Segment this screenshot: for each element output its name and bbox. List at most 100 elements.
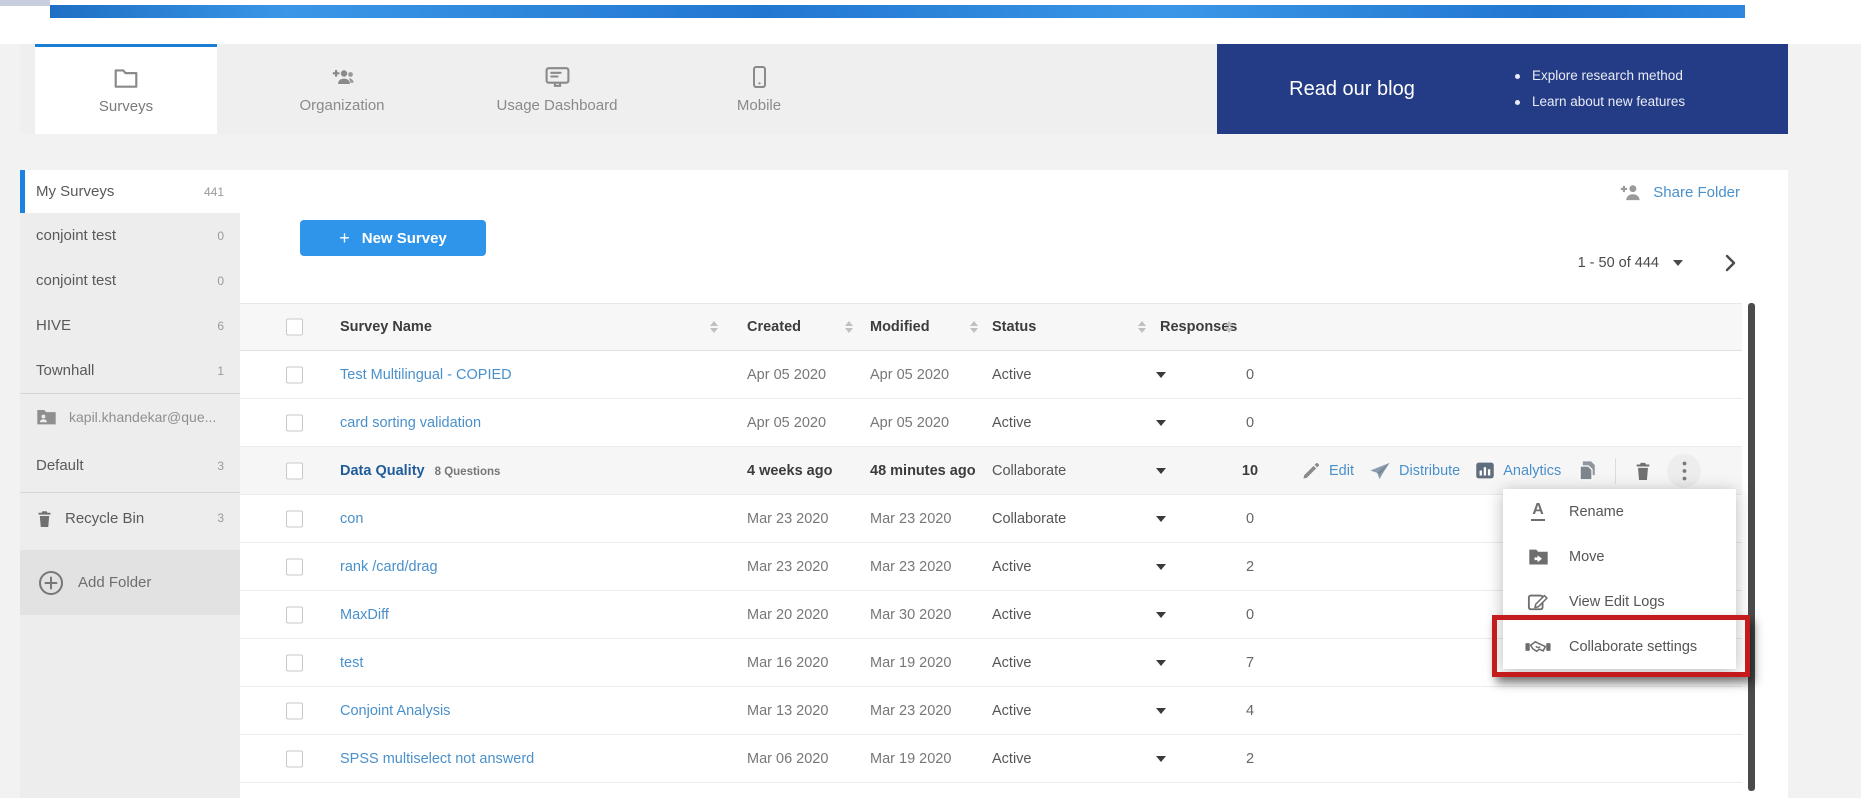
sidebar-item-townhall[interactable]: Townhall 1	[20, 348, 240, 393]
responses-cell: 0	[1200, 607, 1300, 623]
tab-surveys[interactable]: Surveys	[35, 44, 217, 134]
header-status: Status	[992, 319, 1036, 335]
row-checkbox[interactable]	[286, 750, 303, 767]
new-survey-button[interactable]: + New Survey	[300, 220, 486, 256]
row-checkbox[interactable]	[286, 702, 303, 719]
survey-name-link[interactable]: card sorting validation	[340, 415, 481, 431]
survey-name-link[interactable]: rank /card/drag	[340, 559, 438, 575]
survey-name-link[interactable]: con	[340, 511, 363, 527]
row-checkbox[interactable]	[286, 606, 303, 623]
surveys-main-panel: Share Folder + New Survey 1 - 50 of 444 …	[240, 170, 1788, 798]
created-cell: Mar 23 2020	[747, 559, 828, 575]
survey-name-link[interactable]: test	[340, 655, 363, 671]
banner-bullet-2: Learn about new features	[1515, 89, 1685, 115]
responses-cell: 7	[1200, 655, 1300, 671]
status-cell: Active	[992, 655, 1032, 671]
banner-bullet-1: Explore research method	[1515, 63, 1685, 89]
created-cell: Mar 13 2020	[747, 703, 828, 719]
survey-name-link[interactable]: Test Multilingual - COPIED	[340, 367, 512, 383]
tab-organization[interactable]: Organization	[217, 44, 467, 134]
rename-icon: A	[1525, 502, 1551, 521]
status-dropdown-caret[interactable]	[1156, 564, 1166, 570]
sort-icon-modified[interactable]	[970, 321, 978, 333]
survey-name-link[interactable]: MaxDiff	[340, 607, 389, 623]
status-dropdown-caret[interactable]	[1156, 420, 1166, 426]
menu-item-collaborate-settings[interactable]: Collaborate settings	[1503, 624, 1736, 669]
add-person-icon	[1618, 182, 1643, 203]
status-dropdown-caret[interactable]	[1156, 756, 1166, 762]
status-cell: Active	[992, 415, 1032, 431]
sort-icon-responses[interactable]	[1225, 321, 1233, 333]
add-folder-button[interactable]: Add Folder	[20, 550, 240, 615]
banner-title[interactable]: Read our blog	[1217, 78, 1487, 101]
select-all-checkbox[interactable]	[286, 319, 303, 336]
survey-name-link[interactable]: Data Quality8 Questions	[340, 463, 500, 479]
header-modified: Modified	[870, 319, 930, 335]
sidebar-item-recycle-bin[interactable]: Recycle Bin 3	[20, 493, 240, 543]
row-checkbox[interactable]	[286, 462, 303, 479]
menu-item-rename[interactable]: A Rename	[1503, 489, 1736, 534]
status-dropdown-caret[interactable]	[1156, 468, 1166, 474]
banner-bullet-1-text: Explore research method	[1532, 63, 1683, 89]
sidebar-item-conjoint-test-2[interactable]: conjoint test 0	[20, 258, 240, 303]
table-header-row: Survey Name Created Modified Status Resp…	[240, 303, 1742, 351]
table-row: card sorting validation Apr 05 2020 Apr …	[240, 399, 1742, 447]
tab-mobile-label: Mobile	[737, 97, 781, 114]
menu-item-label: Rename	[1569, 504, 1624, 520]
distribute-button[interactable]: Distribute	[1369, 461, 1460, 481]
tab-mobile[interactable]: Mobile	[669, 44, 849, 134]
folder-label: kapil.khandekar@que...	[69, 409, 216, 425]
survey-name-link[interactable]: Conjoint Analysis	[340, 703, 450, 719]
row-actions: Edit Distribute Analytics	[1302, 447, 1701, 494]
folder-label: My Surveys	[36, 183, 114, 200]
menu-item-label: Collaborate settings	[1569, 639, 1697, 655]
status-dropdown-caret[interactable]	[1156, 708, 1166, 714]
tab-usage-dashboard[interactable]: Usage Dashboard	[467, 44, 647, 134]
folder-label: conjoint test	[36, 272, 116, 289]
sidebar-item-conjoint-test-1[interactable]: conjoint test 0	[20, 213, 240, 258]
sort-icon-created[interactable]	[845, 321, 853, 333]
row-checkbox[interactable]	[286, 366, 303, 383]
modified-cell: Mar 23 2020	[870, 511, 951, 527]
sidebar-item-default[interactable]: Default 3	[20, 439, 240, 492]
sidebar-item-shared-folder[interactable]: kapil.khandekar@que...	[20, 394, 240, 439]
add-folder-label: Add Folder	[78, 574, 151, 591]
share-folder-button[interactable]: Share Folder	[1618, 182, 1740, 203]
menu-item-view-edit-logs[interactable]: View Edit Logs	[1503, 579, 1736, 624]
row-checkbox[interactable]	[286, 558, 303, 575]
next-page-button[interactable]	[1725, 254, 1736, 272]
actions-divider	[1615, 458, 1616, 484]
table-row: SPSS multiselect not answerd Mar 06 2020…	[240, 735, 1742, 783]
blog-banner[interactable]: Read our blog Explore research method Le…	[1217, 44, 1788, 134]
status-dropdown-caret[interactable]	[1156, 612, 1166, 618]
row-checkbox[interactable]	[286, 510, 303, 527]
survey-name-link[interactable]: SPSS multiselect not answerd	[340, 751, 534, 767]
duplicate-button[interactable]	[1576, 460, 1597, 482]
folder-count: 441	[204, 185, 224, 199]
sidebar-item-hive[interactable]: HIVE 6	[20, 303, 240, 348]
plus-icon: +	[339, 228, 350, 249]
analytics-label: Analytics	[1503, 463, 1561, 479]
more-options-button[interactable]	[1667, 454, 1701, 488]
row-checkbox[interactable]	[286, 654, 303, 671]
status-dropdown-caret[interactable]	[1156, 660, 1166, 666]
sidebar-spacer	[20, 543, 240, 550]
analytics-button[interactable]: Analytics	[1475, 461, 1561, 480]
sidebar-item-my-surveys[interactable]: My Surveys 441	[20, 170, 240, 213]
edit-button[interactable]: Edit	[1302, 461, 1354, 480]
move-folder-icon	[1525, 548, 1551, 566]
pagination-range[interactable]: 1 - 50 of 444	[1578, 255, 1659, 271]
status-dropdown-caret[interactable]	[1156, 516, 1166, 522]
table-scrollbar[interactable]	[1748, 303, 1755, 791]
menu-item-move[interactable]: Move	[1503, 534, 1736, 579]
pagination-caret-icon[interactable]	[1673, 260, 1683, 266]
menu-item-label: Move	[1569, 549, 1604, 565]
status-cell: Active	[992, 703, 1032, 719]
tab-organization-label: Organization	[299, 97, 384, 114]
sort-icon-name[interactable]	[710, 321, 718, 333]
status-dropdown-caret[interactable]	[1156, 372, 1166, 378]
sort-icon-status[interactable]	[1138, 321, 1146, 333]
row-checkbox[interactable]	[286, 414, 303, 431]
delete-button[interactable]	[1634, 461, 1652, 481]
paper-plane-icon	[1369, 461, 1391, 481]
